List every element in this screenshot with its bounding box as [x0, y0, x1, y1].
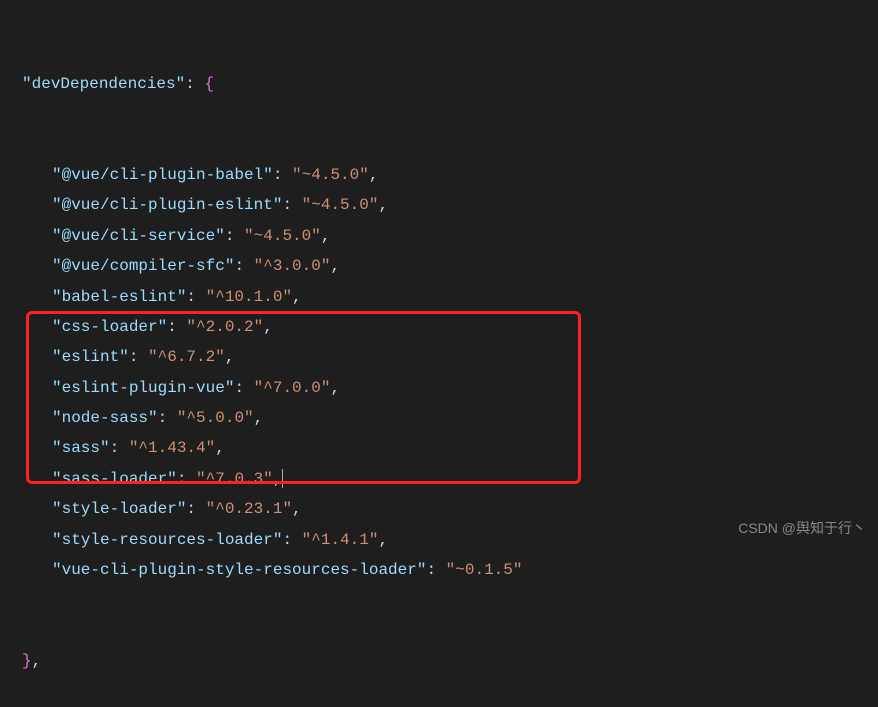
- json-key: "devDependencies": [22, 75, 185, 93]
- json-value: "~4.5.0": [244, 227, 321, 245]
- json-key: "@vue/compiler-sfc": [52, 257, 234, 275]
- json-key: "eslint": [52, 348, 129, 366]
- json-value: "^7.0.0": [254, 379, 331, 397]
- code-line: "@vue/cli-plugin-eslint": "~4.5.0",: [4, 190, 878, 220]
- json-value: "^2.0.2": [186, 318, 263, 336]
- code-line: "vue-cli-plugin-style-resources-loader":…: [4, 555, 878, 585]
- json-key: "@vue/cli-plugin-eslint": [52, 196, 282, 214]
- json-key: "@vue/cli-plugin-babel": [52, 166, 273, 184]
- code-line: "css-loader": "^2.0.2",: [4, 312, 878, 342]
- json-value: "^7.0.3": [196, 470, 273, 488]
- json-key: "style-loader": [52, 500, 186, 518]
- code-line: "eslint-plugin-vue": "^7.0.0",: [4, 373, 878, 403]
- code-line: "sass-loader": "^7.0.3",: [4, 464, 878, 494]
- json-key: "eslint-plugin-vue": [52, 379, 234, 397]
- code-line: "eslint": "^6.7.2",: [4, 342, 878, 372]
- json-value: "^5.0.0": [177, 409, 254, 427]
- code-line: "@vue/cli-plugin-babel": "~4.5.0",: [4, 160, 878, 190]
- json-key: "babel-eslint": [52, 288, 186, 306]
- json-value: "~0.1.5": [446, 561, 523, 579]
- json-value: "~4.5.0": [302, 196, 379, 214]
- code-line: },: [4, 646, 878, 676]
- code-line: "@vue/compiler-sfc": "^3.0.0",: [4, 251, 878, 281]
- json-key: "css-loader": [52, 318, 167, 336]
- json-key: "vue-cli-plugin-style-resources-loader": [52, 561, 426, 579]
- json-value: "^10.1.0": [206, 288, 292, 306]
- code-line: "sass": "^1.43.4",: [4, 433, 878, 463]
- json-key: "sass": [52, 439, 110, 457]
- json-value: "^1.43.4": [129, 439, 215, 457]
- json-key: "style-resources-loader": [52, 531, 282, 549]
- json-value: "^1.4.1": [302, 531, 379, 549]
- code-line: "devDependencies": {: [4, 69, 878, 99]
- watermark-text: CSDN @舆知于行丶: [738, 515, 866, 542]
- json-value: "~4.5.0": [292, 166, 369, 184]
- json-value: "^6.7.2": [148, 348, 225, 366]
- json-key: "sass-loader": [52, 470, 177, 488]
- code-line: "node-sass": "^5.0.0",: [4, 403, 878, 433]
- json-value: "^0.23.1": [206, 500, 292, 518]
- json-key: "node-sass": [52, 409, 158, 427]
- text-cursor: [282, 469, 283, 488]
- code-editor[interactable]: "devDependencies": { "@vue/cli-plugin-ba…: [0, 8, 878, 707]
- code-line: "babel-eslint": "^10.1.0",: [4, 282, 878, 312]
- code-line: "@vue/cli-service": "~4.5.0",: [4, 221, 878, 251]
- json-key: "@vue/cli-service": [52, 227, 225, 245]
- json-value: "^3.0.0": [254, 257, 331, 275]
